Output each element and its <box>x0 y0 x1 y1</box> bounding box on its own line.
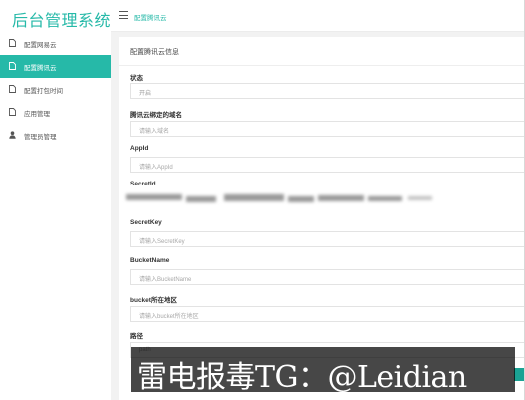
field-label-bucketname: BucketName <box>130 257 170 264</box>
user-icon <box>9 131 16 139</box>
bucketname-placeholder: 请输入BucketName <box>139 277 192 283</box>
status-value: 开启 <box>139 91 152 97</box>
menu-toggle-icon[interactable] <box>119 11 128 19</box>
redaction-blur <box>0 186 525 210</box>
field-label-appid: AppId <box>130 145 149 152</box>
sidebar-item-label: 配置腾讯云 <box>24 65 57 72</box>
sidebar-item-netease[interactable]: 配置网易云 <box>0 32 111 55</box>
breadcrumb[interactable]: 配置腾讯云 <box>134 12 167 22</box>
sidebar-item-pack-time[interactable]: 配置打包时间 <box>0 78 111 101</box>
sidebar-item-label: 配置打包时间 <box>24 88 63 95</box>
panel-title: 配置腾讯云信息 <box>130 49 179 56</box>
sidebar-item-admins[interactable]: 管理员管理 <box>0 124 111 147</box>
sidebar-item-label: 配置网易云 <box>24 42 57 49</box>
sidebar-item-apps[interactable]: 应用管理 <box>0 101 111 124</box>
bucketname-input[interactable]: 请输入BucketName <box>130 269 524 285</box>
appid-input[interactable]: 请输入AppId <box>130 157 524 173</box>
secretkey-input[interactable]: 请输入SecretKey <box>130 231 524 247</box>
field-label-secretkey: SecretKey <box>130 219 162 226</box>
domain-input[interactable]: 请输入域名 <box>130 121 524 137</box>
top-header: 配置腾讯云 <box>111 0 524 32</box>
file-icon <box>9 108 16 116</box>
sidebar-menu: 配置网易云 配置腾讯云 配置打包时间 应用管理 管理员管理 <box>0 32 111 147</box>
field-label-domain: 腾讯云绑定的域名 <box>130 112 182 119</box>
watermark-banner: 雷电报毒TG：@Leidian <box>131 347 515 395</box>
watermark-text: 雷电报毒TG：@Leidian <box>137 360 467 395</box>
sidebar-item-label: 应用管理 <box>24 111 50 118</box>
submit-button-edge[interactable] <box>514 368 524 381</box>
field-label-status: 状态 <box>130 75 143 82</box>
appid-placeholder: 请输入AppId <box>139 165 173 171</box>
bucket-region-placeholder: 请输入bucket所在地区 <box>139 314 199 320</box>
file-icon <box>9 85 16 93</box>
field-label-bucket-region: bucket所在地区 <box>130 297 177 304</box>
sidebar-item-label: 管理员管理 <box>24 134 57 141</box>
domain-placeholder: 请输入域名 <box>139 129 170 135</box>
bucket-region-input[interactable]: 请输入bucket所在地区 <box>130 306 524 322</box>
status-select[interactable]: 开启 <box>130 83 524 99</box>
divider <box>119 65 524 66</box>
secretkey-placeholder: 请输入SecretKey <box>139 239 185 245</box>
config-panel: 配置腾讯云信息 状态 开启 腾讯云绑定的域名 请输入域名 AppId 请输入Ap… <box>119 37 524 400</box>
app-brand: 后台管理系统 <box>12 13 112 30</box>
field-label-path: 路径 <box>130 333 143 340</box>
file-icon <box>9 39 16 47</box>
sidebar-item-tencent[interactable]: 配置腾讯云 <box>0 55 111 78</box>
main-content: 配置腾讯云信息 状态 开启 腾讯云绑定的域名 请输入域名 AppId 请输入Ap… <box>111 32 524 400</box>
file-icon <box>9 62 16 70</box>
